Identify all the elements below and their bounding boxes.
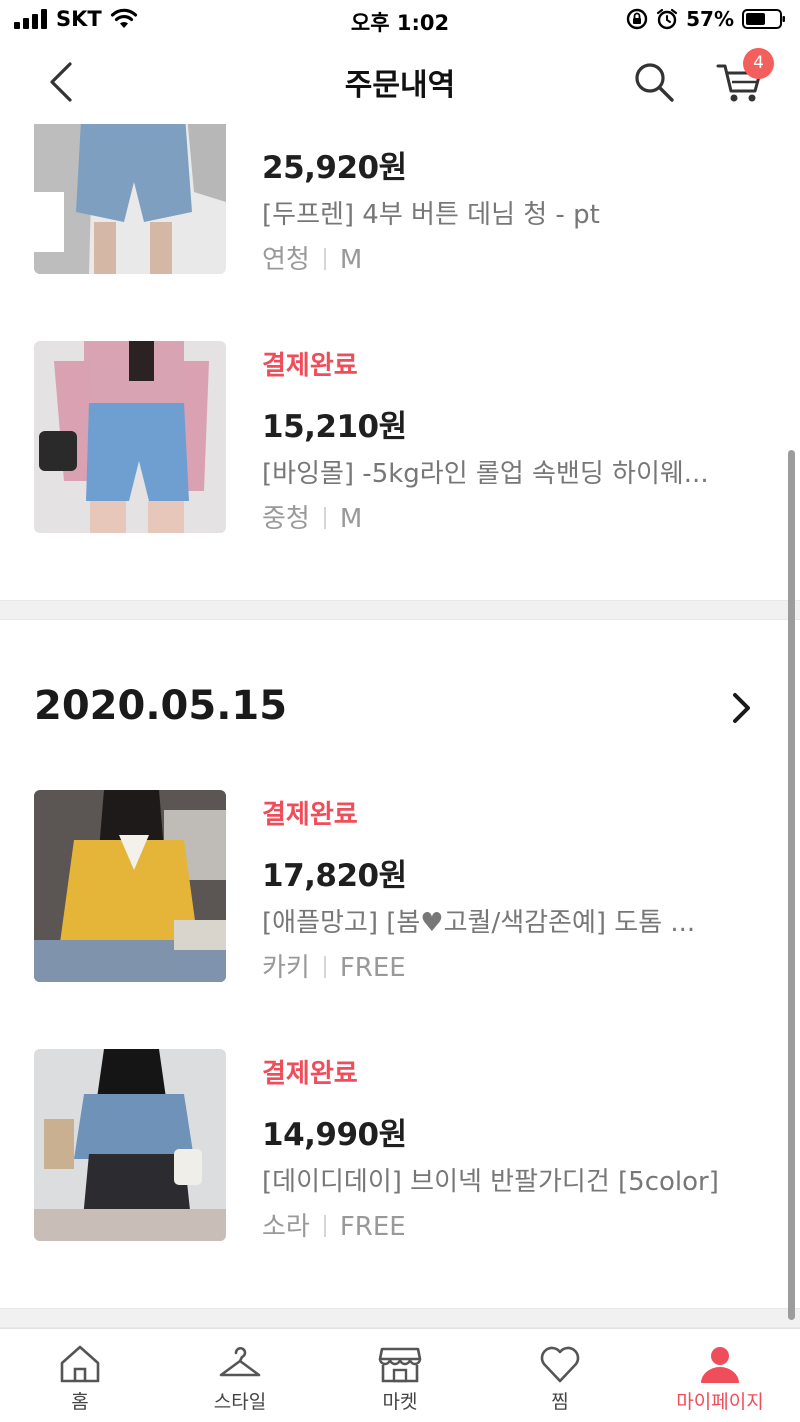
- option-separator: [323, 956, 326, 978]
- payment-status: 결제완료: [262, 1059, 358, 1089]
- payment-status: 결제완료: [262, 351, 358, 381]
- item-option: 카키 FREE: [262, 947, 406, 984]
- item-price: 17,820원: [262, 858, 407, 894]
- item-option: 중청 M: [262, 498, 362, 535]
- store-icon: [378, 1347, 422, 1383]
- scrollbar[interactable]: [788, 450, 795, 1320]
- product-thumbnail[interactable]: [34, 1049, 226, 1241]
- tab-label: 홈: [71, 1391, 89, 1413]
- item-color: 연청: [262, 245, 310, 275]
- product-thumbnail[interactable]: [34, 341, 226, 533]
- tab-label: 스타일: [213, 1391, 267, 1413]
- tab-wishlist[interactable]: 찜: [480, 1329, 640, 1422]
- tab-label: 마켓: [382, 1391, 418, 1413]
- item-name[interactable]: [애플망고] [봄♥고퀄/색감존예] 도톰 ...: [262, 902, 762, 939]
- section-divider: [0, 1308, 800, 1328]
- payment-status: 결제완료: [262, 800, 358, 830]
- cart-button[interactable]: 4: [716, 48, 774, 106]
- person-icon: [701, 1347, 739, 1383]
- order-item[interactable]: 결제완료 15,210원 [바잉몰] -5kg라인 롤업 속밴딩 하이웨... …: [0, 341, 800, 535]
- item-color: 소라: [262, 1212, 310, 1242]
- order-item[interactable]: 결제완료 17,820원 [애플망고] [봄♥고퀄/색감존예] 도톰 ... 카…: [0, 790, 800, 984]
- tab-market[interactable]: 마켓: [320, 1329, 480, 1422]
- chevron-right-icon[interactable]: [726, 691, 756, 725]
- item-size: M: [339, 504, 363, 534]
- product-thumbnail[interactable]: [34, 790, 226, 982]
- item-size: M: [339, 245, 363, 275]
- item-size: FREE: [339, 953, 406, 983]
- option-separator: [323, 507, 326, 529]
- item-price: 14,990원: [262, 1117, 407, 1153]
- tab-label: 마이페이지: [676, 1391, 764, 1413]
- page-title: 주문내역: [344, 68, 456, 103]
- option-separator: [323, 1215, 326, 1237]
- item-price: 15,210원: [262, 409, 407, 445]
- battery-icon: [742, 9, 785, 29]
- home-icon: [60, 1345, 100, 1383]
- item-size: FREE: [339, 1212, 406, 1242]
- alarm-icon: [657, 8, 678, 30]
- heart-icon: [540, 1346, 580, 1383]
- order-list[interactable]: 25,920원 [두프렌] 4부 버튼 데님 청 - pt 연청 M 결제완료 1…: [0, 124, 800, 1328]
- battery-percent: 57%: [686, 7, 734, 31]
- tab-style[interactable]: 스타일: [160, 1329, 320, 1422]
- item-option: 소라 FREE: [262, 1206, 406, 1243]
- item-option: 연청 M: [262, 239, 362, 276]
- order-item[interactable]: 결제완료 14,990원 [데이디데이] 브이넥 반팔가디건 [5color] …: [0, 1049, 800, 1243]
- bottom-tab-bar: 홈 스타일 마켓 찜 마이페이지: [0, 1328, 800, 1422]
- item-color: 카키: [262, 953, 310, 983]
- rotation-lock-icon: [626, 8, 648, 30]
- app-header: 주문내역 4: [0, 40, 800, 124]
- status-bar: SKT 오후 1:02 57%: [0, 0, 800, 40]
- item-color: 중청: [262, 504, 310, 534]
- cart-count-badge: 4: [743, 48, 774, 79]
- item-price: 25,920원: [262, 150, 407, 186]
- section-divider: [0, 600, 800, 620]
- tab-mypage[interactable]: 마이페이지: [640, 1329, 800, 1422]
- item-name[interactable]: [바잉몰] -5kg라인 롤업 속밴딩 하이웨...: [262, 453, 762, 490]
- search-button[interactable]: [632, 60, 676, 104]
- hanger-icon: [219, 1347, 261, 1377]
- tab-home[interactable]: 홈: [0, 1329, 160, 1422]
- tab-label: 찜: [551, 1391, 569, 1413]
- item-name[interactable]: [두프렌] 4부 버튼 데님 청 - pt: [262, 194, 762, 231]
- order-date: 2020.05.15: [34, 683, 288, 729]
- item-name[interactable]: [데이디데이] 브이넥 반팔가디건 [5color]: [262, 1161, 762, 1198]
- product-thumbnail[interactable]: [34, 124, 226, 274]
- order-date-row[interactable]: 2020.05.15: [0, 677, 800, 737]
- order-item[interactable]: 25,920원 [두프렌] 4부 버튼 데님 청 - pt 연청 M: [0, 124, 800, 276]
- search-icon: [635, 63, 674, 102]
- option-separator: [323, 248, 326, 270]
